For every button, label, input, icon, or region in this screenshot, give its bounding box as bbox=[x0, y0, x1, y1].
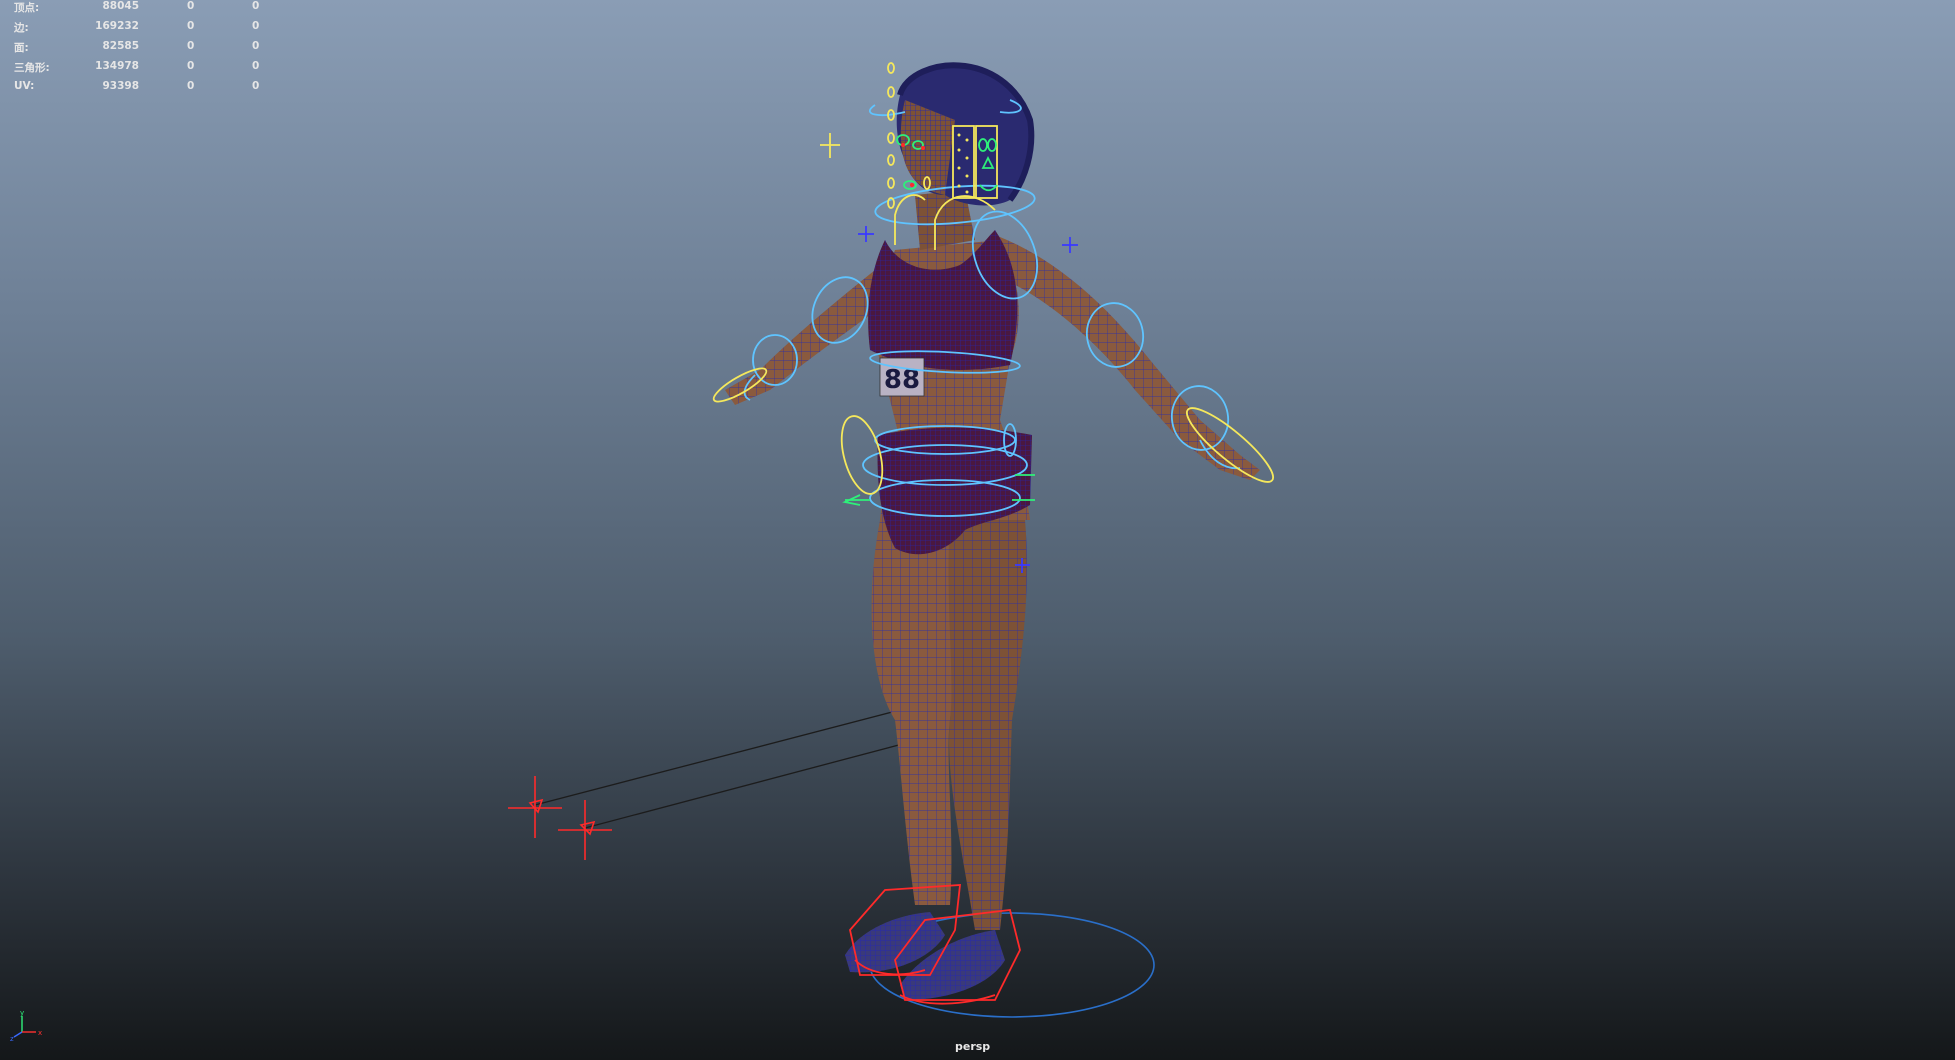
hud-value-components: 0 bbox=[252, 0, 260, 12]
poly-count-hud: 顶点: 88045 0 0 边: 169232 0 0 面: 82585 0 0… bbox=[14, 0, 274, 100]
hud-row-triangles: 三角形: 134978 0 0 bbox=[14, 60, 274, 80]
hud-row-vertices: 顶点: 88045 0 0 bbox=[14, 0, 274, 20]
hud-value: 134978 bbox=[95, 60, 139, 72]
hud-label: UV: bbox=[14, 80, 35, 92]
hud-value: 82585 bbox=[102, 40, 139, 52]
knee-pole-left bbox=[508, 776, 562, 838]
hud-label: 顶点: bbox=[14, 2, 40, 14]
knee-pole-right bbox=[558, 800, 612, 860]
character-rig[interactable]: 88 bbox=[0, 0, 1955, 1060]
hud-row-edges: 边: 169232 0 0 bbox=[14, 20, 274, 40]
hud-value-components: 0 bbox=[252, 80, 260, 92]
hud-value: 93398 bbox=[102, 80, 139, 92]
camera-label: persp bbox=[955, 1040, 991, 1053]
hud-value: 88045 bbox=[102, 0, 139, 12]
svg-text:x: x bbox=[38, 1029, 42, 1037]
hud-value-components: 0 bbox=[252, 60, 260, 72]
hud-label: 三角形: bbox=[14, 62, 50, 74]
svg-text:y: y bbox=[20, 1009, 24, 1017]
hud-label: 面: bbox=[14, 42, 29, 54]
hud-value-components: 0 bbox=[252, 20, 260, 32]
hud-value-selected: 0 bbox=[187, 40, 195, 52]
hud-value-selected: 0 bbox=[187, 0, 195, 12]
axis-gizmo-icon: y x z bbox=[10, 1009, 42, 1042]
hud-value-components: 0 bbox=[252, 40, 260, 52]
hud-value-selected: 0 bbox=[187, 20, 195, 32]
hud-value: 169232 bbox=[95, 20, 139, 32]
hud-row-faces: 面: 82585 0 0 bbox=[14, 40, 274, 60]
3d-viewport[interactable]: 88 顶点: 88045 0 0 边: 169232 0 0 面: 82585 … bbox=[0, 0, 1955, 1060]
hud-value-selected: 0 bbox=[187, 60, 195, 72]
hud-row-uvs: UV: 93398 0 0 bbox=[14, 80, 274, 100]
svg-text:z: z bbox=[10, 1035, 14, 1042]
hud-label: 边: bbox=[14, 22, 29, 34]
hud-value-selected: 0 bbox=[187, 80, 195, 92]
